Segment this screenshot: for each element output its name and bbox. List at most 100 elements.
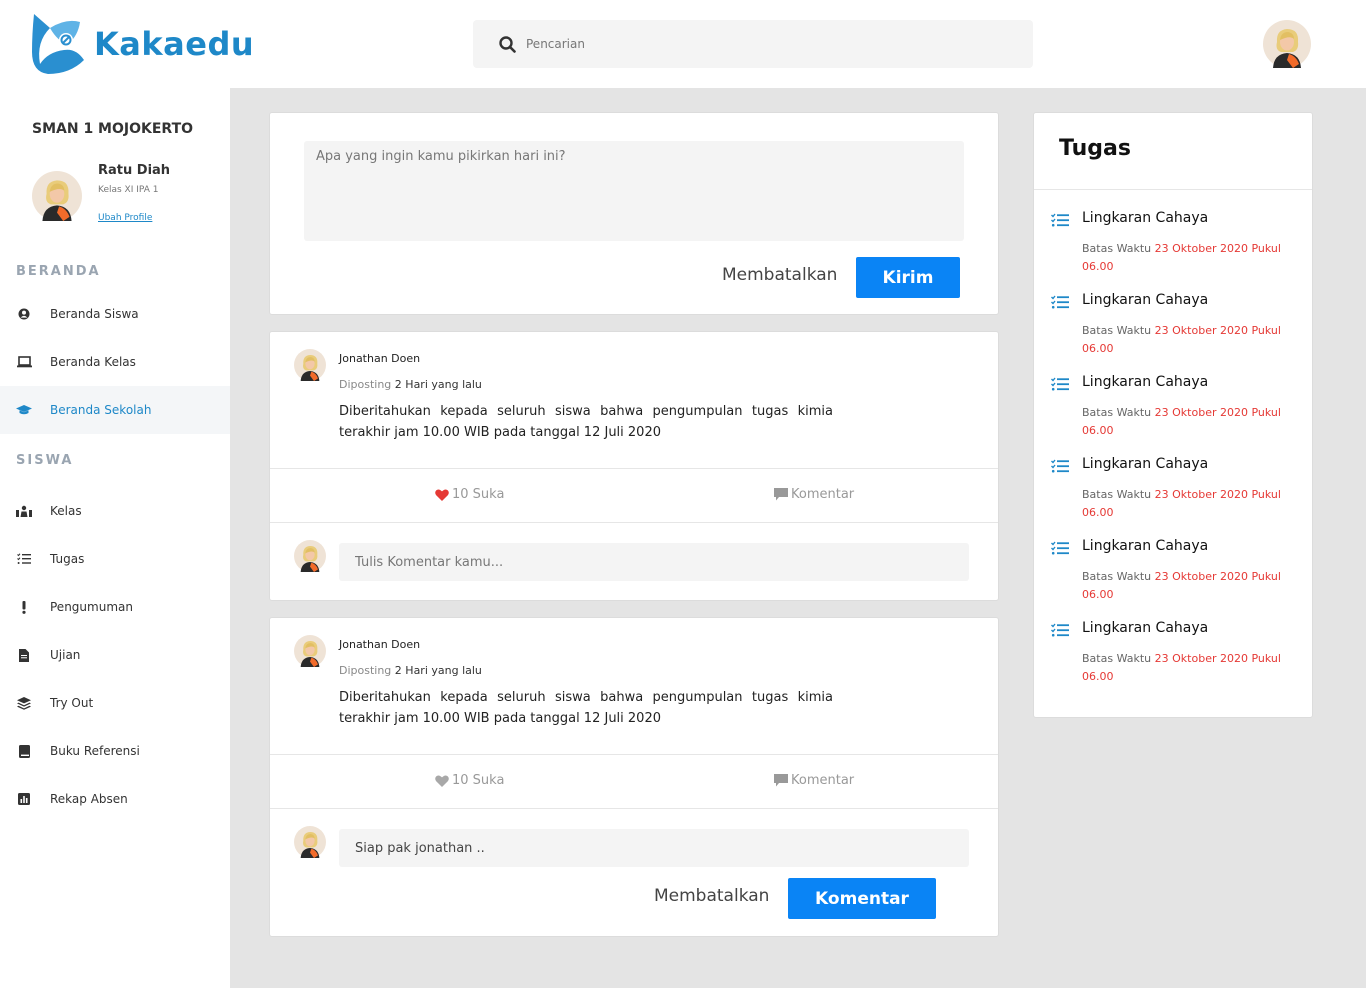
book-icon (16, 743, 32, 759)
school-name: SMAN 1 MOJOKERTO (32, 121, 194, 137)
divider (270, 522, 998, 523)
comment-input[interactable] (339, 829, 969, 867)
edit-profile-link[interactable]: Ubah Profile (98, 213, 152, 223)
like-count: 10 Suka (452, 487, 505, 502)
sidebar-item-label: Try Out (50, 696, 94, 710)
submit-comment-button[interactable]: Komentar (788, 878, 936, 919)
heart-icon (435, 775, 449, 787)
profile-name: Ratu Diah (98, 163, 171, 178)
search-icon (499, 35, 516, 53)
layers-icon (16, 695, 32, 711)
profile-class: Kelas XI IPA 1 (98, 185, 159, 195)
sidebar-item-label: Pengumuman (50, 600, 133, 614)
task-item[interactable]: Lingkaran Cahaya Batas Waktu 23 Oktober 2… (1034, 616, 1312, 698)
post-body: Diberitahukan kepada seluruh siswa bahwa… (339, 404, 833, 440)
task-item[interactable]: Lingkaran Cahaya Batas Waktu 23 Oktober 2… (1034, 452, 1312, 534)
task-item[interactable]: Lingkaran Cahaya Batas Waktu 23 Oktober 2… (1034, 288, 1312, 370)
post-author: Jonathan Doen (339, 352, 421, 365)
post-body: Diberitahukan kepada seluruh siswa bahwa… (339, 690, 833, 726)
comment-input[interactable] (339, 543, 969, 581)
task-list-icon (1051, 458, 1069, 477)
sidebar-item-pengumuman[interactable]: Pengumuman (0, 583, 230, 631)
tasks-title: Tugas (1059, 136, 1131, 161)
posted-time: 2 Hari yang lalu (394, 664, 482, 677)
task-title: Lingkaran Cahaya (1082, 374, 1209, 390)
posted-time: 2 Hari yang lalu (394, 378, 482, 391)
task-deadline: Batas Waktu 23 Oktober 2020 Pukul 06.00 (1082, 650, 1298, 686)
comment-icon (774, 774, 788, 787)
task-list-icon (1051, 294, 1069, 313)
sidebar-item-label: Beranda Kelas (50, 355, 136, 369)
sidebar-item-label: Beranda Sekolah (50, 403, 152, 417)
deadline-label: Batas Waktu (1082, 242, 1155, 255)
sidebar-item-label: Ujian (50, 648, 81, 662)
section-title-beranda: BERANDA (16, 264, 101, 279)
sidebar-item-label: Rekap Absen (50, 792, 128, 806)
task-deadline: Batas Waktu 23 Oktober 2020 Pukul 06.00 (1082, 486, 1298, 522)
task-list-icon (1051, 622, 1069, 641)
sidebar-item-kelas[interactable]: Kelas (0, 487, 230, 535)
sidebar-item-beranda-kelas[interactable]: Beranda Kelas (0, 338, 230, 386)
sidebar-item-tugas[interactable]: Tugas (0, 535, 230, 583)
search-bar[interactable] (473, 20, 1033, 68)
task-list-icon (1051, 376, 1069, 395)
cancel-button[interactable]: Membatalkan (722, 265, 837, 285)
task-title: Lingkaran Cahaya (1082, 210, 1209, 226)
task-title: Lingkaran Cahaya (1082, 538, 1209, 554)
author-avatar (294, 635, 326, 667)
comment-icon (774, 488, 788, 501)
task-item[interactable]: Lingkaran Cahaya Batas Waktu 23 Oktober 2… (1034, 206, 1312, 288)
sidebar-item-label: Buku Referensi (50, 744, 140, 758)
task-list-icon (1051, 540, 1069, 559)
top-header: Kakaedu (0, 0, 1366, 88)
profile-avatar (32, 171, 82, 221)
post-input[interactable] (304, 141, 964, 241)
deadline-label: Batas Waktu (1082, 324, 1155, 337)
task-item[interactable]: Lingkaran Cahaya Batas Waktu 23 Oktober 2… (1034, 534, 1312, 616)
sidebar-item-beranda-siswa[interactable]: Beranda Siswa (0, 290, 230, 338)
cancel-comment-button[interactable]: Membatalkan (654, 886, 769, 906)
comment-label: Komentar (791, 773, 855, 788)
exclamation-icon (16, 599, 32, 615)
user-avatar[interactable] (1263, 20, 1311, 68)
search-input[interactable] (526, 37, 1006, 51)
section-title-siswa: SISWA (16, 453, 74, 468)
post-author: Jonathan Doen (339, 638, 421, 651)
sidebar-item-beranda-sekolah[interactable]: Beranda Sekolah (0, 386, 230, 434)
sidebar-item-label: Beranda Siswa (50, 307, 139, 321)
task-item[interactable]: Lingkaran Cahaya Batas Waktu 23 Oktober 2… (1034, 370, 1312, 452)
sidebar-item-ujian[interactable]: Ujian (0, 631, 230, 679)
sidebar: SMAN 1 MOJOKERTO Ratu Diah Kelas XI IPA … (0, 88, 230, 988)
task-list-icon (16, 551, 32, 567)
comment-button[interactable]: Komentar (774, 773, 854, 788)
divider (270, 808, 998, 809)
like-button[interactable]: 10 Suka (435, 487, 504, 502)
comment-label: Komentar (791, 487, 855, 502)
task-title: Lingkaran Cahaya (1082, 456, 1209, 472)
task-deadline: Batas Waktu 23 Oktober 2020 Pukul 06.00 (1082, 568, 1298, 604)
deadline-label: Batas Waktu (1082, 652, 1155, 665)
commenter-avatar (294, 826, 326, 858)
sidebar-item-rekap-absen[interactable]: Rekap Absen (0, 775, 230, 823)
sidebar-item-try-out[interactable]: Try Out (0, 679, 230, 727)
sidebar-item-buku-referensi[interactable]: Buku Referensi (0, 727, 230, 775)
task-title: Lingkaran Cahaya (1082, 620, 1209, 636)
deadline-label: Batas Waktu (1082, 570, 1155, 583)
user-circle-icon (16, 306, 32, 322)
kakaedu-logo-icon (32, 14, 84, 74)
laptop-icon (16, 354, 32, 370)
sidebar-item-label: Kelas (50, 504, 82, 518)
comment-button[interactable]: Komentar (774, 487, 854, 502)
deadline-label: Batas Waktu (1082, 406, 1155, 419)
divider (1034, 189, 1312, 190)
post-card: Jonathan Doen Diposting 2 Hari yang lalu… (269, 617, 999, 937)
tasks-panel: Tugas Lingkaran Cahaya Batas Waktu 23 Okt… (1033, 112, 1313, 718)
graduation-cap-icon (16, 402, 32, 418)
send-button[interactable]: Kirim (856, 257, 960, 298)
divider (270, 468, 998, 469)
author-avatar (294, 349, 326, 381)
chart-icon (16, 791, 32, 807)
app-logo[interactable]: Kakaedu (30, 12, 254, 76)
like-button[interactable]: 10 Suka (435, 773, 504, 788)
classroom-icon (16, 503, 32, 519)
